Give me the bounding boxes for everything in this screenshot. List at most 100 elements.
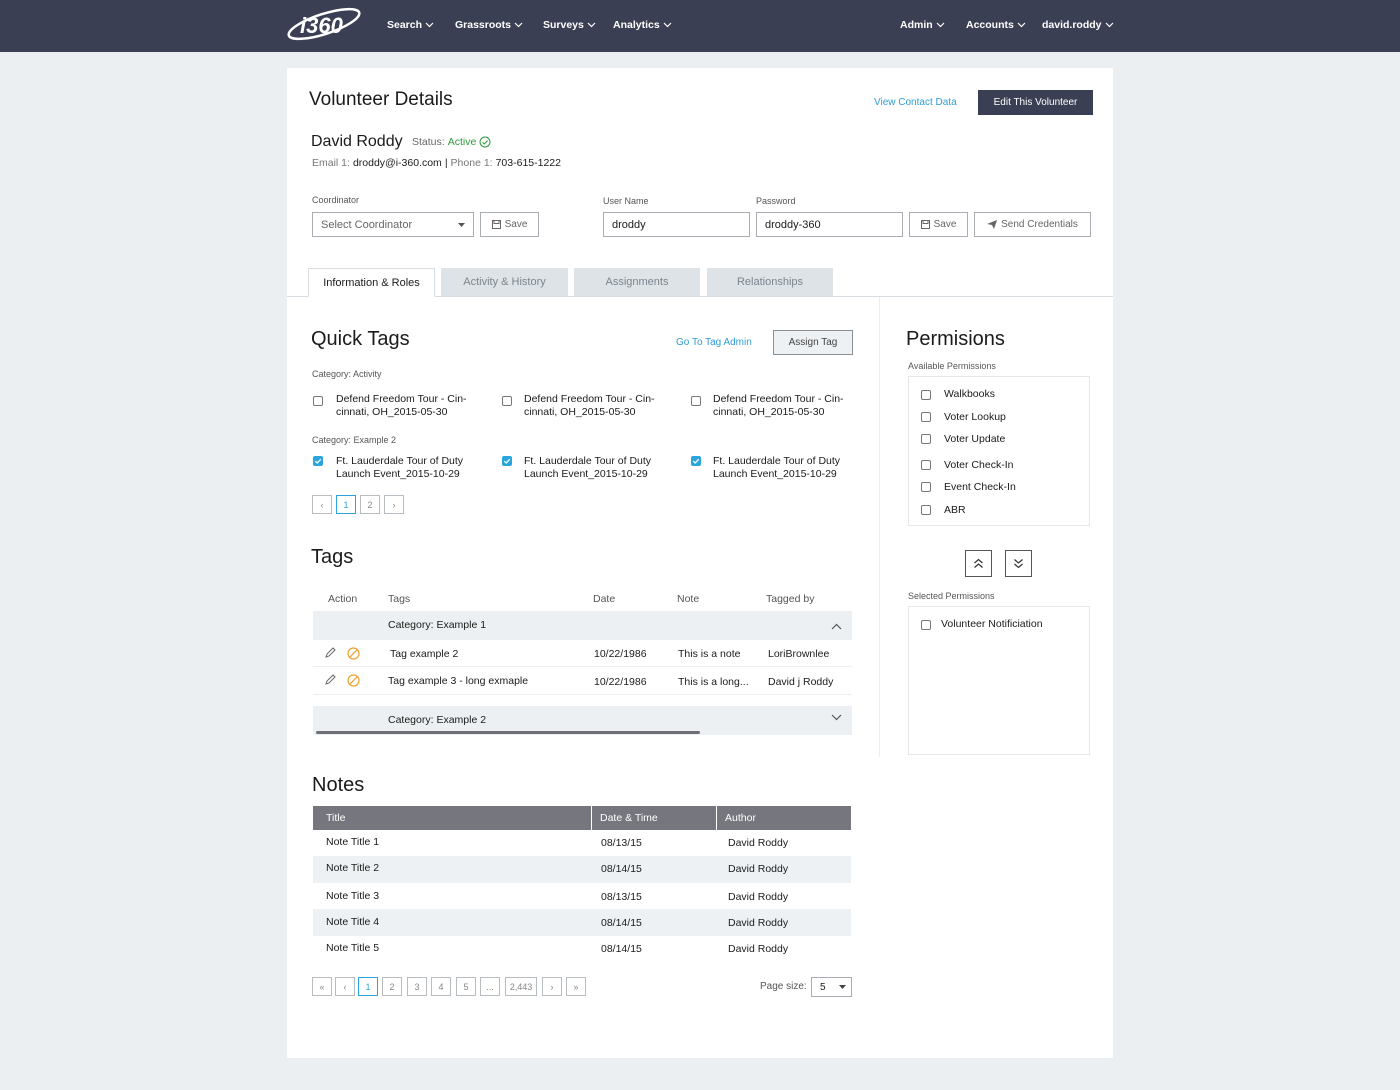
quick-tag-label: Defend Freedom Tour - Cin-cinnati, OH_20…	[524, 393, 655, 418]
status-label: Status:	[412, 136, 445, 148]
notes-col-date-time[interactable]: Date & Time	[600, 812, 658, 824]
chevron-up-icon[interactable]	[831, 623, 842, 630]
view-contact-data-link[interactable]: View Contact Data	[874, 97, 957, 108]
tags-col-action: Action	[328, 593, 358, 605]
permission-checkbox[interactable]	[921, 434, 931, 444]
permission-checkbox[interactable]	[921, 482, 931, 492]
move-down-button[interactable]	[1005, 550, 1032, 577]
send-credentials-button[interactable]: Send Credentials	[974, 212, 1091, 237]
coordinator-save-button[interactable]: Save	[480, 212, 539, 237]
quick-tag-label: Defend Freedom Tour - Cin-cinnati, OH_20…	[336, 393, 467, 418]
coordinator-save-label: Save	[504, 219, 528, 230]
quick-tag-checkbox-checked[interactable]	[313, 456, 323, 466]
email-value: droddy@i-360.com	[352, 157, 442, 169]
check-circle-icon	[479, 136, 491, 148]
quick-tags-page-1[interactable]: 1	[336, 495, 356, 514]
username-label: User Name	[603, 196, 649, 206]
phone-value: 703-615-1222	[495, 157, 561, 169]
chevron-down-icon	[514, 22, 523, 28]
credentials-save-label: Save	[933, 219, 957, 230]
note-date: 08/14/15	[601, 917, 642, 929]
chevron-down-icon[interactable]	[831, 714, 842, 721]
quick-tags-page-2[interactable]: 2	[360, 495, 380, 514]
nav-user-menu[interactable]: david.roddy	[1042, 18, 1114, 32]
coordinator-select-value: Select Coordinator	[321, 218, 413, 231]
nav-analytics[interactable]: Analytics	[613, 18, 672, 32]
coordinator-select[interactable]: Select Coordinator	[312, 212, 474, 237]
tab-assignments[interactable]: Assignments	[574, 268, 700, 296]
quick-tag-label: Defend Freedom Tour - Cin-cinnati, OH_20…	[713, 393, 844, 418]
pencil-icon[interactable]	[325, 647, 336, 658]
notes-page-ellipsis: ...	[480, 977, 500, 996]
quick-tag-category-label: Category: Example 2	[312, 435, 397, 445]
note-date: 08/13/15	[601, 837, 642, 849]
nav-accounts[interactable]: Accounts	[966, 18, 1026, 32]
cancel-icon[interactable]	[347, 647, 360, 660]
tag-date: 10/22/1986	[594, 648, 647, 660]
quick-tag-checkbox[interactable]	[502, 396, 512, 406]
notes-prev-page-button[interactable]: ‹	[335, 977, 355, 996]
note-author: David Roddy	[728, 943, 789, 955]
notes-page-1[interactable]: 1	[358, 977, 378, 996]
tab-relationships[interactable]: Relationships	[707, 268, 833, 296]
tab-activity-history[interactable]: Activity & History	[441, 268, 568, 296]
quick-tag-checkbox[interactable]	[691, 396, 701, 406]
coordinator-label: Coordinator	[312, 195, 360, 205]
password-input[interactable]: droddy-360	[756, 212, 903, 237]
page-size-label: Page size:	[760, 981, 807, 992]
username-input[interactable]: droddy	[603, 212, 750, 237]
quick-tag-label: Ft. Lauderdale Tour of Duty Launch Event_…	[524, 455, 652, 480]
checkmark-icon	[314, 458, 322, 464]
permission-label: ABR	[944, 504, 966, 516]
permission-checkbox[interactable]	[921, 412, 931, 422]
notes-col-author[interactable]: Author	[725, 812, 756, 824]
cancel-icon[interactable]	[347, 674, 360, 687]
credentials-save-button[interactable]: Save	[909, 212, 968, 237]
status-line: Status: Active	[412, 136, 491, 148]
tag-tagged-by: David j Roddy	[768, 676, 834, 688]
notes-page-5[interactable]: 5	[456, 977, 476, 996]
nav-search[interactable]: Search	[387, 18, 434, 32]
notes-col-title[interactable]: Title	[326, 812, 345, 824]
permission-checkbox[interactable]	[921, 505, 931, 515]
permission-checkbox[interactable]	[921, 620, 931, 630]
status-badge: Active	[447, 136, 477, 148]
nav-search-label: Search	[387, 19, 423, 31]
quick-tag-checkbox[interactable]	[313, 396, 323, 406]
edit-volunteer-button[interactable]: Edit This Volunteer	[978, 90, 1093, 115]
notes-next-page-button[interactable]: ›	[542, 977, 562, 996]
permission-checkbox[interactable]	[921, 390, 931, 400]
notes-first-page-button[interactable]: «	[312, 977, 332, 996]
page-size-select[interactable]: 5	[811, 977, 852, 997]
tags-col-tags: Tags	[388, 593, 411, 605]
note-title: Note Title 3	[326, 890, 380, 902]
contact-separator: |	[444, 157, 448, 169]
go-to-tag-admin-link[interactable]: Go To Tag Admin	[676, 337, 752, 348]
assign-tag-button[interactable]: Assign Tag	[773, 330, 853, 355]
horizontal-scrollbar[interactable]	[316, 731, 700, 734]
chevron-down-icon	[1017, 22, 1026, 28]
tag-name: Tag example 3 - long exmaple	[388, 675, 529, 687]
quick-tags-prev-button[interactable]: ‹	[312, 495, 332, 514]
phone-label: Phone 1:	[450, 157, 493, 169]
pencil-icon[interactable]	[325, 674, 336, 685]
notes-page-4[interactable]: 4	[431, 977, 451, 996]
notes-page-3[interactable]: 3	[407, 977, 427, 996]
notes-last-page-button[interactable]: »	[566, 977, 586, 996]
notes-page-2[interactable]: 2	[382, 977, 402, 996]
page-title: Volunteer Details	[309, 89, 453, 110]
quick-tags-next-button[interactable]: ›	[384, 495, 404, 514]
nav-grassroots[interactable]: Grassroots	[455, 18, 523, 32]
i360-logo[interactable]: i360	[286, 6, 364, 42]
move-up-button[interactable]	[965, 550, 992, 577]
quick-tag-checkbox-checked[interactable]	[502, 456, 512, 466]
nav-grassroots-label: Grassroots	[455, 19, 512, 31]
tab-information-roles[interactable]: Information & Roles	[308, 268, 435, 297]
nav-admin[interactable]: Admin	[900, 18, 945, 32]
notes-page-last-number[interactable]: 2,443	[505, 977, 537, 996]
permission-checkbox[interactable]	[921, 460, 931, 470]
permission-label: Event Check-In	[944, 481, 1016, 493]
quick-tag-checkbox-checked[interactable]	[691, 456, 701, 466]
nav-surveys[interactable]: Surveys	[543, 18, 596, 32]
chevron-down-icon	[587, 22, 596, 28]
